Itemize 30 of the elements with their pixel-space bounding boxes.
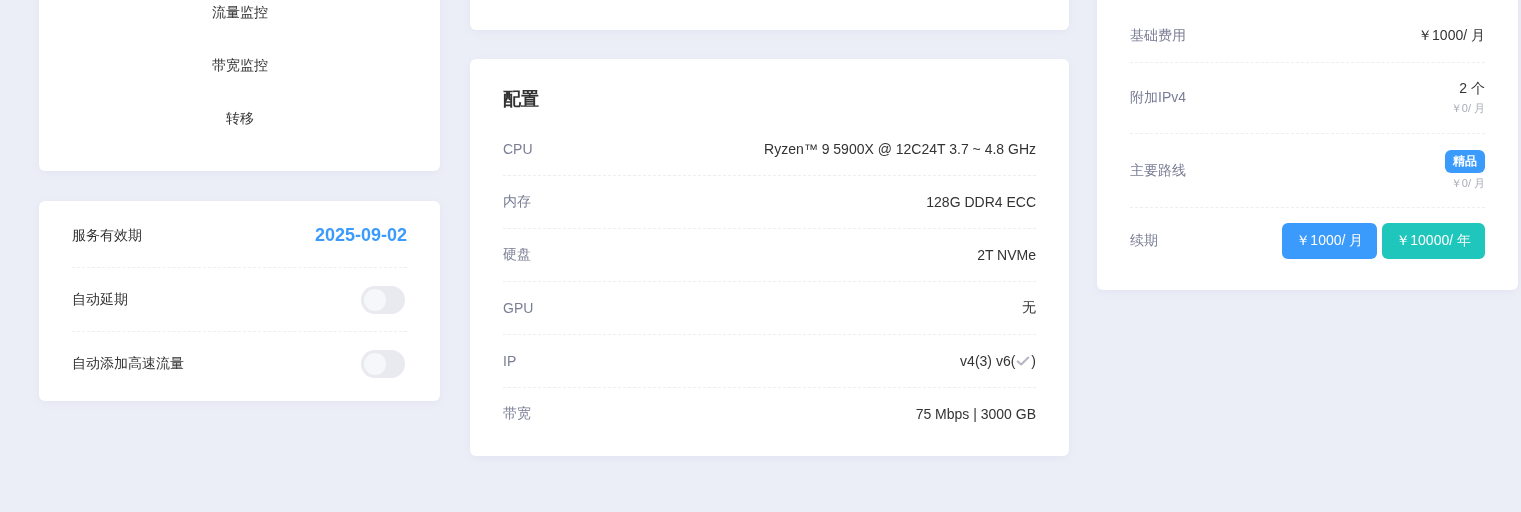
spec-value: 2T NVMe: [977, 247, 1036, 263]
spec-label: CPU: [503, 141, 533, 157]
spec-value: 75 Mbps | 3000 GB: [915, 406, 1036, 422]
price-value: 2 个: [1459, 80, 1485, 98]
price-label: 基础费用: [1130, 26, 1186, 45]
expiry-date: 2025-09-02: [314, 225, 407, 246]
menu-item[interactable]: 流量监控: [201, 0, 278, 39]
spec-label: 硬盘: [503, 246, 531, 264]
menu-item[interactable]: 转移: [215, 92, 264, 145]
spec-label: IP: [503, 353, 517, 369]
menu-item[interactable]: 带宽监控: [201, 39, 278, 92]
toggle-label: 自动延期: [72, 290, 128, 309]
expiry-label: 服务有效期: [72, 226, 142, 245]
spec-value: 128G DDR4 ECC: [926, 194, 1036, 210]
price-label: 主要路线: [1130, 161, 1186, 180]
spec-value: 无: [1022, 299, 1036, 317]
spec-value-suffix: ): [1031, 353, 1036, 369]
config-title: 配置: [503, 88, 540, 111]
price-label: 续期: [1130, 232, 1158, 250]
spec-value: v4(3) v6(: [960, 353, 1016, 369]
price-value: ￥1000/ 月: [1418, 26, 1485, 45]
toggle-label: 自动添加高速流量: [72, 354, 184, 373]
spec-label: 内存: [503, 193, 531, 211]
spec-value: Ryzen™ 9 5900X @ 12C24T 3.7 ~ 4.8 GHz: [764, 141, 1036, 157]
price-note: ￥0/ 月: [1450, 101, 1485, 116]
price-label: 附加IPv4: [1130, 89, 1186, 107]
spec-label: 带宽: [503, 405, 531, 423]
route-badge: 精品: [1445, 150, 1485, 173]
spec-label: GPU: [503, 300, 534, 316]
price-note: ￥0/ 月: [1450, 176, 1485, 191]
